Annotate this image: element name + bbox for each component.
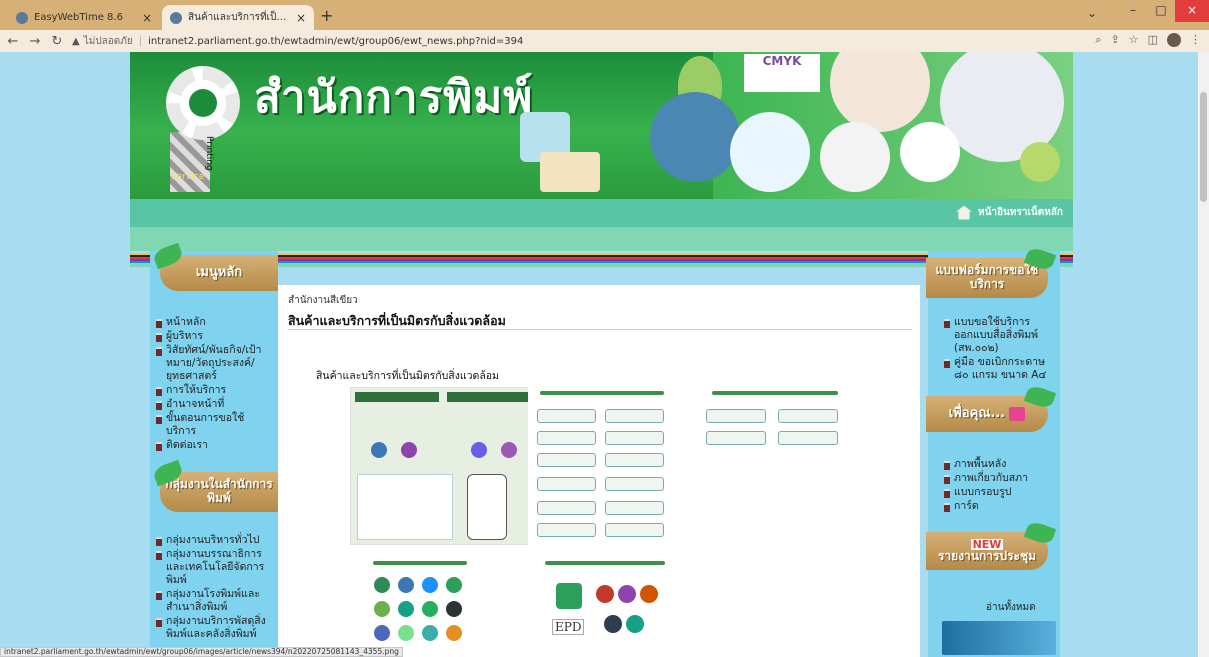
globe-icon — [170, 11, 182, 24]
tab-title: EasyWebTime 8.6 — [34, 12, 123, 23]
forward-arrow-icon[interactable]: → — [26, 34, 44, 49]
tab-title: สินค้าและบริการที่เป็นมิตรกับสิ่งแวดล้อม — [188, 12, 292, 23]
article-image-4[interactable] — [364, 557, 476, 657]
article-image-2[interactable] — [528, 387, 676, 545]
tab-search-chevron-icon[interactable]: ⌄ — [1087, 6, 1097, 20]
home-icon — [956, 205, 972, 220]
address-bar: ← → ↻ ▲ ไม่ปลอดภัย | intranet2.parliamen… — [0, 30, 1209, 52]
breadcrumb[interactable]: สำนักงานสีเขียว — [288, 293, 358, 308]
form-link-paper-manual[interactable]: คู่มือ ขอเบิกกระดาษ ๘๐ แกรม ขนาด A๔ — [944, 356, 1054, 382]
menu-item-procedure[interactable]: ขั้นตอนการขอใช้บริการ — [156, 412, 274, 438]
group-link-printing-house[interactable]: กลุ่มงานโรงพิมพ์และสำเนาสิ่งพิมพ์ — [156, 588, 274, 614]
menu-item-vision[interactable]: วิสัยทัศน์/พันธกิจ/เป้าหมาย/วัตถุประสงค์… — [156, 344, 274, 383]
top-nav-bar: หน้าอินทราเน็ตหลัก — [130, 199, 1073, 227]
globe-icon — [16, 11, 28, 24]
forms-header: แบบฟอร์มการขอใช้บริการ — [926, 245, 1057, 298]
share-icon[interactable]: ⇪ — [1111, 33, 1120, 47]
intranet-home-link[interactable]: หน้าอินทราเน็ตหลัก — [956, 205, 1063, 220]
warning-icon: ▲ — [72, 35, 80, 47]
decorative-art — [820, 122, 890, 192]
menu-item-executives[interactable]: ผู้บริหาร — [156, 330, 274, 343]
menu-item-services[interactable]: การให้บริการ — [156, 384, 274, 397]
read-all-link[interactable]: อ่านทั้งหมด — [986, 600, 1036, 615]
group-link-supplies[interactable]: กลุ่มงานบริการพัสดุสิ่งพิมพ์และคลังสิ่งพ… — [156, 615, 274, 641]
for-you-photo-frames[interactable]: แบบกรอบรูป — [944, 486, 1054, 499]
zoom-icon[interactable]: ⌕ — [1095, 33, 1101, 47]
main-menu-list: หน้าหลัก ผู้บริหาร วิสัยทัศน์/พันธกิจ/เป… — [156, 316, 274, 453]
forms-list: แบบขอใช้บริการออกแบบสื่อสิ่งพิมพ์ (สพ.๐๐… — [944, 316, 1054, 383]
new-tab-button[interactable]: + — [320, 6, 333, 25]
new-badge: NEW — [970, 537, 1004, 551]
site-title: สำนักการพิมพ์ — [254, 72, 534, 123]
for-you-header: เพื่อคุณ... — [926, 383, 1057, 432]
logo-printing-text: Printing — [204, 136, 214, 171]
window-close-button[interactable]: × — [1175, 0, 1209, 22]
for-you-cards[interactable]: การ์ด — [944, 500, 1054, 513]
article-image-3[interactable] — [700, 387, 850, 545]
url-text: intranet2.parliament.go.th/ewtadmin/ewt/… — [148, 35, 524, 47]
groups-list: กลุ่มงานบริหารทั่วไป กลุ่มงานบรรณาธิการแ… — [156, 534, 274, 642]
back-arrow-icon[interactable]: ← — [4, 34, 22, 49]
for-you-wallpaper[interactable]: ภาพพื้นหลัง — [944, 458, 1054, 471]
menu-item-home[interactable]: หน้าหลัก — [156, 316, 274, 329]
side-panel-icon[interactable]: ◫ — [1148, 33, 1158, 47]
decorative-art — [650, 92, 740, 182]
main-content: สำนักงานสีเขียว สินค้าและบริการที่เป็นมิ… — [278, 285, 920, 657]
group-link-admin[interactable]: กลุ่มงานบริหารทั่วไป — [156, 534, 274, 547]
menu-item-duties[interactable]: อำนาจหน้าที่ — [156, 398, 274, 411]
browser-tab-current[interactable]: สินค้าและบริการที่เป็นมิตรกับสิ่งแวดล้อม… — [162, 5, 314, 30]
minimize-button[interactable]: – — [1119, 0, 1147, 22]
e-office-banner[interactable] — [942, 621, 1056, 655]
bookmark-star-icon[interactable]: ☆ — [1129, 33, 1139, 47]
decorative-art — [730, 112, 810, 192]
menu-dots-icon[interactable]: ⋮ — [1190, 33, 1201, 47]
maximize-button[interactable]: □ — [1147, 0, 1175, 22]
menu-item-contact[interactable]: ติดต่อเรา — [156, 439, 274, 452]
url-field[interactable]: ▲ ไม่ปลอดภัย | intranet2.parliament.go.t… — [72, 34, 523, 49]
article-image-5[interactable]: EPD — [534, 557, 676, 657]
profile-avatar[interactable] — [1167, 33, 1181, 47]
group-link-editorial[interactable]: กลุ่มงานบรรณาธิการและเทคโนโลยีจัดการพิมพ… — [156, 548, 274, 587]
form-link-design-request[interactable]: แบบขอใช้บริการออกแบบสื่อสิ่งพิมพ์ (สพ.๐๐… — [944, 316, 1054, 355]
link-status-bar: intranet2.parliament.go.th/ewtadmin/ewt/… — [0, 647, 403, 657]
reload-icon[interactable]: ↻ — [48, 34, 66, 49]
main-menu-header: เมนูหลัก — [151, 242, 278, 291]
meeting-report-header: NEW รายงานการประชุม — [926, 519, 1057, 570]
window-controls: – □ × — [1119, 0, 1209, 22]
gift-icon — [1009, 407, 1026, 421]
decorative-art — [1020, 142, 1060, 182]
page-scrollbar[interactable] — [1198, 52, 1209, 657]
cmyk-logo: CMYK — [744, 54, 820, 92]
for-you-parliament-photos[interactable]: ภาพเกี่ยวกับสภา — [944, 472, 1054, 485]
article-image-1[interactable] — [350, 387, 536, 545]
close-tab-icon[interactable]: × — [296, 11, 306, 25]
browser-toolbar: ⌕ ⇪ ☆ ◫ ⋮ — [1095, 33, 1201, 47]
article-subtitle: สินค้าและบริการที่เป็นมิตรกับสิ่งแวดล้อม — [316, 370, 499, 382]
right-sidebar — [928, 251, 1060, 657]
close-tab-icon[interactable]: × — [142, 11, 152, 25]
decorative-art — [540, 152, 600, 192]
scrollbar-thumb[interactable] — [1200, 92, 1207, 202]
page-title: สินค้าและบริการที่เป็นมิตรกับสิ่งแวดล้อม — [288, 313, 506, 328]
security-label: ไม่ปลอดภัย — [83, 35, 133, 47]
browser-tab-bar: EasyWebTime 8.6 × สินค้าและบริการที่เป็น… — [0, 0, 1209, 30]
logo-service-text: Service — [171, 172, 205, 182]
for-you-list: ภาพพื้นหลัง ภาพเกี่ยวกับสภา แบบกรอบรูป ก… — [944, 458, 1054, 514]
browser-tab-easywebtime[interactable]: EasyWebTime 8.6 × — [8, 5, 160, 30]
decorative-art — [900, 122, 960, 182]
groups-header: กลุ่มงานในสำนักการพิมพ์ — [151, 459, 278, 512]
site-header-banner: Printing Service สำนักการพิมพ์ CMYK — [130, 52, 1073, 199]
